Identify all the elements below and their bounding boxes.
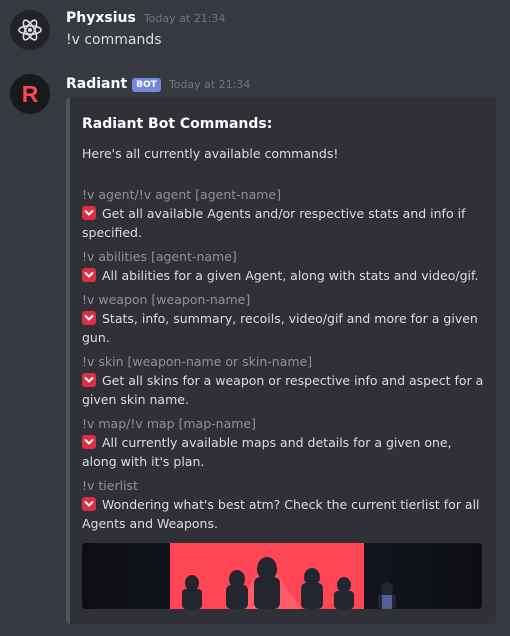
- command-name: !v agent/!v agent [agent-name]: [82, 187, 281, 202]
- radiant-logo-icon: R: [10, 74, 50, 114]
- command-name: !v skin [weapon-name or skin-name]: [82, 354, 313, 369]
- command-description-text: Get all skins for a weapon or respective…: [82, 373, 484, 407]
- embed-description: Here's all currently available commands!: [82, 146, 339, 161]
- command-description-text: Stats, info, summary, recoils, video/gif…: [82, 311, 478, 345]
- command-description: Get all skins for a weapon or respective…: [82, 371, 484, 409]
- commands-embed: Radiant Bot Commands: Here's all current…: [66, 98, 496, 624]
- chevron-down-emoji-icon: [82, 435, 96, 449]
- username[interactable]: Phyxsius: [66, 10, 136, 26]
- command-description: Stats, info, summary, recoils, video/gif…: [82, 309, 484, 347]
- command-description-text: All currently available maps and details…: [82, 435, 452, 469]
- command-description: All abilities for a given Agent, along w…: [82, 266, 484, 285]
- command-description: Get all available Agents and/or respecti…: [82, 204, 484, 242]
- chevron-down-emoji-icon: [82, 268, 96, 282]
- command-description-text: All abilities for a given Agent, along w…: [102, 268, 479, 283]
- command-name: !v weapon [weapon-name]: [82, 292, 251, 307]
- command-item: !v skin [weapon-name or skin-name] Get al…: [82, 353, 484, 409]
- atom-icon: [18, 19, 42, 41]
- chevron-down-emoji-icon: [82, 206, 96, 220]
- command-description-text: Wondering what's best atm? Check the cur…: [82, 497, 480, 531]
- username[interactable]: Radiant: [66, 76, 127, 92]
- command-description: Wondering what's best atm? Check the cur…: [82, 495, 484, 533]
- bot-tag-badge: BOT: [132, 78, 161, 92]
- message-phyxsius: Phyxsius Today at 21:34 !v commands: [0, 0, 510, 64]
- command-item: !v abilities [agent-name] All abilities f…: [82, 248, 484, 285]
- command-list: !v agent/!v agent [agent-name] Get all av…: [82, 186, 484, 539]
- command-item: !v agent/!v agent [agent-name] Get all av…: [82, 186, 484, 242]
- command-item: !v map/!v map [map-name] All currently av…: [82, 415, 484, 471]
- timestamp: Today at 21:34: [168, 78, 251, 91]
- chevron-down-emoji-icon: [82, 497, 96, 511]
- timestamp: Today at 21:34: [143, 12, 226, 25]
- avatar-letter: R: [22, 81, 39, 107]
- valorant-agents-banner[interactable]: [82, 543, 482, 609]
- command-item: !v tierlist Wondering what's best atm? Ch…: [82, 477, 484, 533]
- chevron-down-emoji-icon: [82, 311, 96, 325]
- command-name: !v map/!v map [map-name]: [82, 416, 256, 431]
- command-name: !v abilities [agent-name]: [82, 249, 237, 264]
- command-name: !v tierlist: [82, 478, 138, 493]
- command-item: !v weapon [weapon-name] Stats, info, summ…: [82, 291, 484, 347]
- bot-avatar[interactable]: R: [10, 74, 50, 114]
- command-description: All currently available maps and details…: [82, 433, 484, 471]
- chevron-down-emoji-icon: [82, 373, 96, 387]
- command-description-text: Get all available Agents and/or respecti…: [82, 206, 466, 240]
- user-avatar[interactable]: [10, 10, 50, 50]
- embed-title: Radiant Bot Commands:: [82, 116, 273, 132]
- message-text: !v commands: [66, 32, 162, 48]
